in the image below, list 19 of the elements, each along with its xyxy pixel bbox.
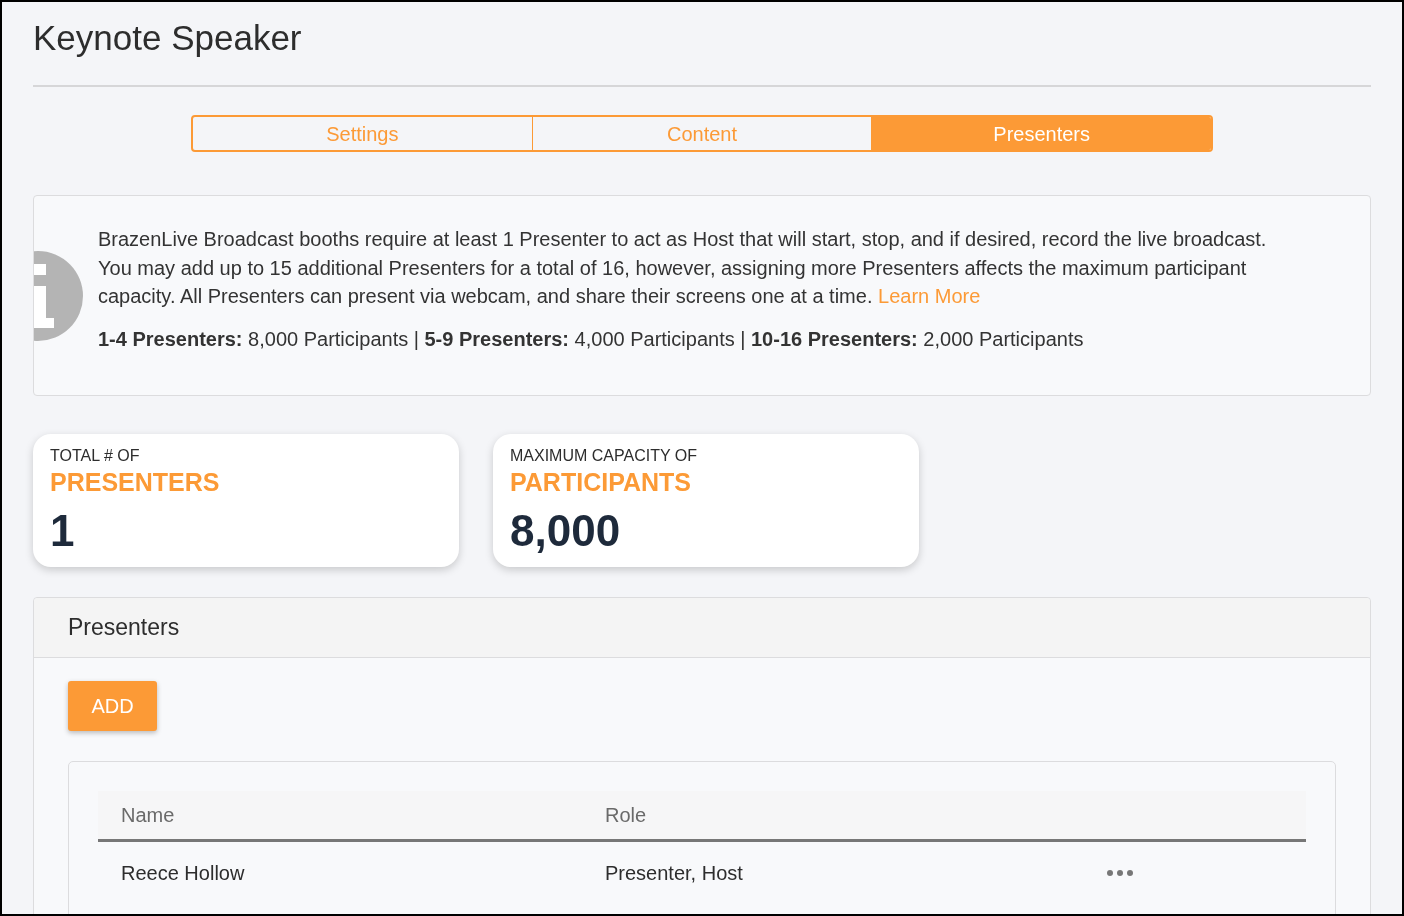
info-text: BrazenLive Broadcast booths require at least 1 Presenter to act as Host that will start, stop, and if desired, record the live broadcast. You may add up to 15 additional Presenters for a total of 16, however, assigning more Presenters affects the maximum participant capacity. All Presenters can present via webcam, and share their screens one at a time. Learn More [98,227,1268,309]
stat-heading: PARTICIPANTS [510,467,693,497]
tab[interactable]: Settings [193,117,532,150]
table-cell: Reece Hollow [121,862,245,884]
page-title: Keynote Speaker [33,2,1371,87]
stat-label: TOTAL # OF [50,446,141,466]
stat-value: 8,000 [510,505,622,557]
learn-more-link[interactable]: Learn More [878,285,981,307]
table-cell: Presenter, Host [605,862,743,884]
stat-label: MAXIMUM CAPACITY OF [510,446,698,466]
tab[interactable]: Presenters [871,117,1211,150]
column-header: Role [605,804,647,826]
panel-title: Presenters [68,613,180,643]
column-header: Name [121,804,175,826]
capacity-tiers: 1-4 Presenters: 8,000 Participants | 5-9 Presenters: 4,000 Participants | 10-16 Presenters: 2,000 Participants [98,326,1085,352]
add-button[interactable]: ADD [68,681,157,731]
stat-value: 1 [50,505,76,557]
more-icon[interactable] [1107,870,1133,876]
stat-heading: PRESENTERS [50,467,221,497]
